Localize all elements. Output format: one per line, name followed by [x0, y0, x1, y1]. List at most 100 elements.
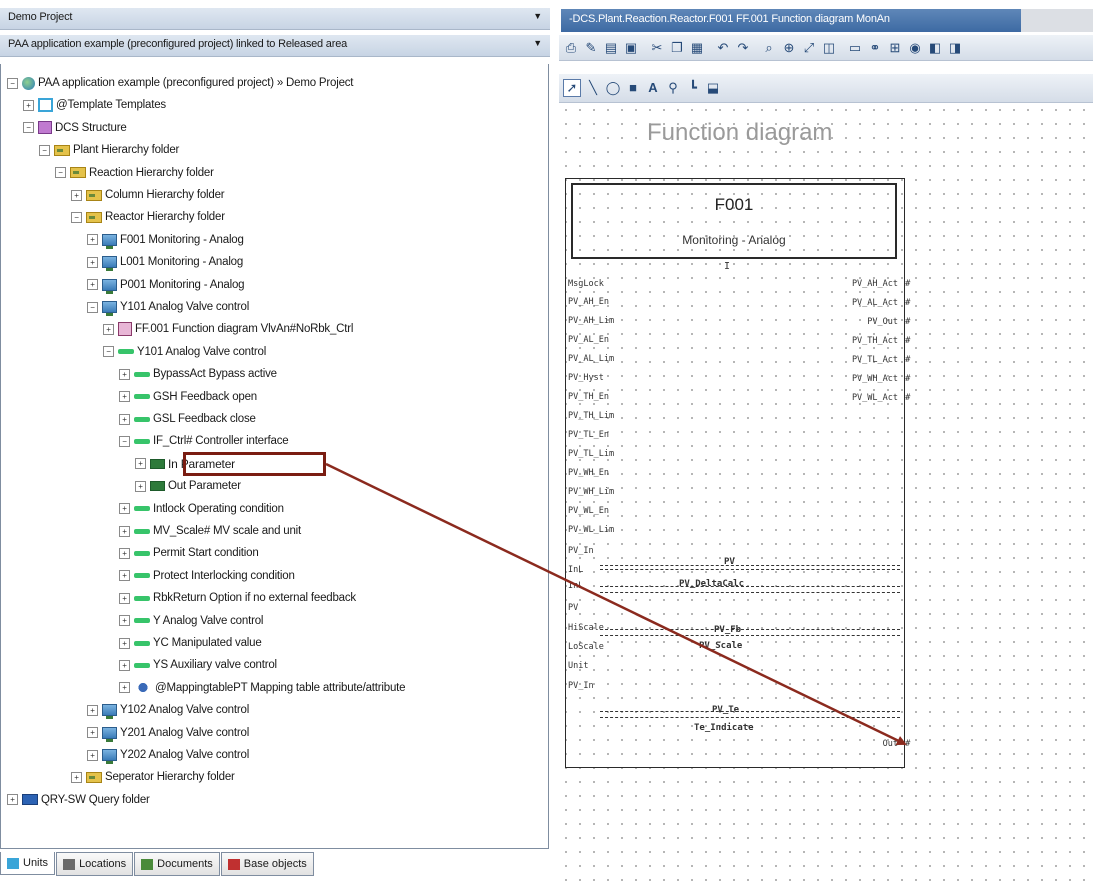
tree-item[interactable]: − Y101 Analog Valve control: [103, 342, 266, 362]
expand-icon[interactable]: +: [119, 637, 130, 649]
cut-icon[interactable]: ✂: [649, 40, 665, 56]
tree-item[interactable]: + Out Parameter: [135, 476, 241, 496]
tree-item[interactable]: + F001 Monitoring - Analog: [87, 230, 244, 250]
expand-icon[interactable]: +: [119, 659, 130, 671]
collapse-icon[interactable]: −: [23, 122, 34, 134]
collapse-icon[interactable]: −: [103, 346, 114, 358]
input-pin[interactable]: PV_TH_En: [568, 392, 609, 402]
network-icon[interactable]: ◉: [907, 40, 923, 56]
block-icon[interactable]: ⬓: [705, 80, 721, 96]
tree-item[interactable]: + Y Analog Valve control: [119, 611, 263, 631]
layout-icon[interactable]: ◧: [927, 40, 943, 56]
input-pin[interactable]: PV_WH_En: [568, 468, 609, 478]
tree-item[interactable]: + Column Hierarchy folder: [71, 185, 225, 205]
expand-icon[interactable]: +: [103, 323, 114, 335]
output-pin[interactable]: PV_TL_Act: [852, 355, 898, 365]
wire-icon[interactable]: ┗: [685, 80, 701, 96]
expand-icon[interactable]: +: [119, 570, 130, 582]
tree-item[interactable]: − Plant Hierarchy folder: [39, 140, 179, 160]
tree-item[interactable]: − Reactor Hierarchy folder: [71, 207, 225, 227]
output-pin[interactable]: PV_Out: [867, 317, 898, 327]
expand-icon[interactable]: +: [119, 592, 130, 604]
tab-documents[interactable]: Documents: [134, 852, 220, 876]
zoom-area-icon[interactable]: ◫: [821, 40, 837, 56]
layout2-icon[interactable]: ◨: [947, 40, 963, 56]
document-tab[interactable]: -DCS.Plant.Reaction.Reactor.F001 FF.001 …: [561, 9, 1021, 32]
input-pin[interactable]: PV_AH_En: [568, 297, 609, 307]
tree-item[interactable]: + Permit Start condition: [119, 543, 259, 563]
redo-icon[interactable]: ↷: [735, 40, 751, 56]
line-icon[interactable]: ╲: [585, 80, 601, 96]
undo-icon[interactable]: ↶: [715, 40, 731, 56]
collapse-icon[interactable]: −: [39, 144, 50, 156]
tree-item[interactable]: + YS Auxiliary valve control: [119, 655, 277, 675]
paste-icon[interactable]: ▦: [689, 40, 705, 56]
tree-item[interactable]: − Y101 Analog Valve control: [87, 297, 249, 317]
input-pin[interactable]: InL: [568, 581, 583, 591]
tab-base-objects[interactable]: Base objects: [220, 852, 314, 876]
output-pin-out[interactable]: Out: [883, 739, 898, 749]
input-pin[interactable]: PV_WL_Lim: [568, 525, 614, 535]
output-pin[interactable]: PV_WH_Act: [852, 374, 898, 384]
expand-icon[interactable]: +: [7, 794, 18, 806]
collapse-icon[interactable]: −: [55, 167, 66, 179]
tree-item[interactable]: + YC Manipulated value: [119, 633, 262, 653]
tree-item[interactable]: + @Template Templates: [23, 95, 166, 115]
input-pin[interactable]: Unit: [568, 661, 588, 671]
expand-icon[interactable]: +: [87, 234, 98, 246]
text-icon[interactable]: A: [645, 80, 661, 96]
expand-icon[interactable]: +: [119, 413, 130, 425]
tree-item[interactable]: + QRY-SW Query folder: [7, 790, 150, 810]
expand-icon[interactable]: +: [135, 458, 146, 470]
tree-item[interactable]: + RbkReturn Option if no external feedbac…: [119, 588, 356, 608]
input-pin[interactable]: InL: [568, 565, 583, 575]
expand-icon[interactable]: +: [87, 279, 98, 291]
tree-item[interactable]: − PAA application example (preconfigured …: [7, 73, 354, 93]
tab-locations[interactable]: Locations: [56, 852, 134, 876]
function-block[interactable]: F001 Monitoring - Analog I MsgLock PV_AH_…: [565, 178, 910, 768]
dropdown-arrow-icon[interactable]: ▼: [533, 11, 542, 21]
tree-item[interactable]: + Y102 Analog Valve control: [87, 700, 249, 720]
expand-icon[interactable]: +: [119, 368, 130, 380]
expand-icon[interactable]: +: [87, 749, 98, 761]
tab-units[interactable]: Units: [0, 852, 56, 875]
expand-icon[interactable]: +: [119, 615, 130, 627]
tree-item[interactable]: + GSL Feedback close: [119, 409, 256, 429]
input-pin[interactable]: MsgLock: [568, 279, 604, 289]
input-pin[interactable]: PV_Hyst: [568, 373, 604, 383]
collapse-icon[interactable]: −: [87, 301, 98, 313]
expand-icon[interactable]: +: [119, 525, 130, 537]
tree-item[interactable]: + L001 Monitoring - Analog: [87, 252, 243, 272]
expand-icon[interactable]: +: [87, 704, 98, 716]
expand-icon[interactable]: +: [135, 480, 146, 492]
dropdown-arrow-icon[interactable]: ▼: [533, 38, 542, 48]
rectangle-icon[interactable]: ■: [625, 80, 641, 96]
page-icon[interactable]: ▭: [847, 40, 863, 56]
input-pin[interactable]: PV_TL_Lim: [568, 449, 614, 459]
tree-item[interactable]: + Protect Interlocking condition: [119, 566, 295, 586]
expand-icon[interactable]: +: [119, 391, 130, 403]
collapse-icon[interactable]: −: [71, 211, 82, 223]
input-pin[interactable]: PV_In: [568, 681, 594, 691]
collapse-icon[interactable]: −: [119, 435, 130, 447]
copy-icon[interactable]: ❐: [669, 40, 685, 56]
diagram-canvas[interactable]: Function diagram F001 Monitoring - Analo…: [559, 103, 1093, 885]
tree-item[interactable]: + Intlock Operating condition: [119, 499, 284, 519]
zoom-in-icon[interactable]: ⊕: [781, 40, 797, 56]
connector-icon[interactable]: ⚲: [665, 80, 681, 96]
expand-icon[interactable]: +: [71, 189, 82, 201]
tree-item[interactable]: − Reaction Hierarchy folder: [55, 163, 214, 183]
tree-item[interactable]: + FF.001 Function diagram VlvAn#NoRbk_Ctr…: [103, 319, 353, 339]
input-pin[interactable]: PV_TH_Lim: [568, 411, 614, 421]
input-pin[interactable]: PV: [568, 603, 578, 613]
expand-icon[interactable]: +: [87, 256, 98, 268]
expand-icon[interactable]: +: [23, 99, 34, 111]
tree-item[interactable]: + @MappingtablePT Mapping table attribute…: [119, 678, 406, 698]
input-pin[interactable]: PV_TL_En: [568, 430, 609, 440]
tree-item[interactable]: + GSH Feedback open: [119, 387, 257, 407]
output-pin[interactable]: PV_WL_Act: [852, 393, 898, 403]
expand-icon[interactable]: +: [71, 771, 82, 783]
tree-item[interactable]: + Seperator Hierarchy folder: [71, 767, 235, 787]
print-icon[interactable]: ⎙: [563, 40, 579, 56]
zoom-fit-icon[interactable]: ⤢: [801, 40, 817, 56]
